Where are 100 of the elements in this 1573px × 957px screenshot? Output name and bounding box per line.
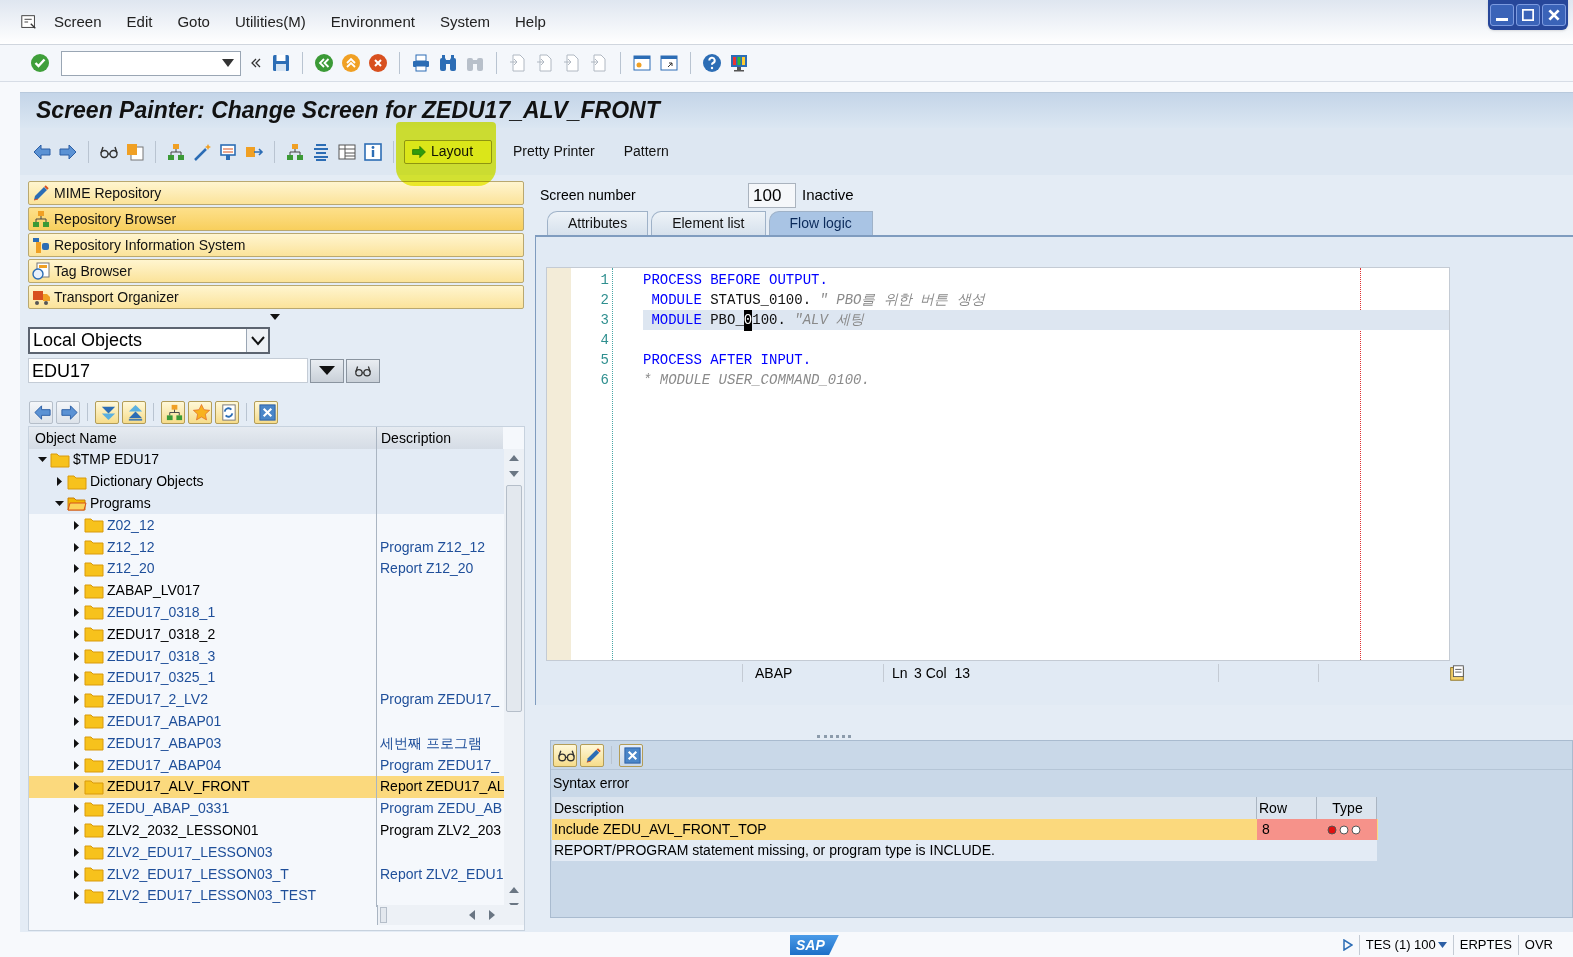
caret-right-icon[interactable] bbox=[72, 891, 81, 901]
arrow-down-icon[interactable] bbox=[509, 470, 519, 477]
caret-down-icon[interactable] bbox=[55, 499, 64, 508]
forward-button[interactable] bbox=[56, 400, 80, 424]
caret-right-icon[interactable] bbox=[72, 695, 81, 705]
tree-row[interactable]: ZLV2_EDU17_LESSON03_T Report ZLV2_EDU1 bbox=[29, 863, 504, 885]
tree-row[interactable]: ZLV2_2032_LESSON01 Program ZLV2_203 bbox=[29, 819, 504, 842]
code-editor[interactable]: 1 PROCESS BEFORE OUTPUT. 2 MODULE STATUS_0100. " PBO를 위한 버튼 생성 3 MODULE PBO_0100. "ALV 세팅 4 5 PROCESS AFTER INPUT. 6 * MODULE USER_COMMAND_0100. bbox=[546, 267, 1450, 661]
refresh-button[interactable] bbox=[215, 400, 239, 424]
menu-item[interactable]: System bbox=[439, 10, 490, 34]
close-button[interactable] bbox=[619, 743, 643, 767]
navigation-button[interactable]: Tag Browser bbox=[28, 259, 524, 283]
horizontal-scrollbar[interactable] bbox=[377, 905, 524, 925]
tree-row[interactable]: ZEDU17_ALV_FRONT Report ZEDU17_AL bbox=[29, 775, 504, 798]
caret-icon[interactable] bbox=[222, 59, 234, 67]
info-icon[interactable] bbox=[363, 141, 383, 162]
caret-down-icon[interactable] bbox=[38, 455, 47, 465]
tree-row[interactable]: ZLV2_EDU17_LESSON03_TEST bbox=[29, 884, 504, 907]
caret-right-icon[interactable] bbox=[72, 716, 81, 726]
caret-right-icon[interactable] bbox=[72, 673, 81, 683]
tab[interactable]: Flow logic bbox=[768, 211, 873, 235]
scroll-thumb[interactable] bbox=[506, 484, 522, 713]
caret-right-icon[interactable] bbox=[72, 564, 81, 574]
arrow-up-icon[interactable] bbox=[509, 887, 519, 894]
tree-row[interactable]: ZEDU17_2_LV2 Program ZEDU17_ bbox=[29, 688, 504, 711]
play-icon[interactable] bbox=[1342, 938, 1353, 951]
binoculars-icon[interactable] bbox=[438, 53, 458, 73]
navigation-button[interactable]: Repository Browser bbox=[28, 207, 524, 231]
stamp-icon[interactable] bbox=[218, 141, 238, 162]
caret-right-icon[interactable] bbox=[72, 825, 81, 835]
back-button[interactable] bbox=[29, 400, 53, 424]
edit-button[interactable] bbox=[580, 743, 604, 767]
message-row[interactable]: REPORT/PROGRAM statement missing, or program type is INCLUDE. bbox=[552, 840, 1377, 861]
tree-row[interactable]: ZEDU17_0318_2 bbox=[29, 623, 504, 646]
caret-right-icon[interactable] bbox=[72, 629, 81, 639]
tab[interactable]: Attributes bbox=[547, 211, 649, 235]
hierarchy-icon[interactable] bbox=[166, 141, 186, 162]
caret-right-icon[interactable] bbox=[72, 869, 81, 879]
message-row[interactable]: Include ZEDU_AVL_FRONT_TOP 8 bbox=[552, 819, 1378, 840]
menu-item[interactable]: Edit bbox=[126, 10, 153, 34]
caret-right-icon[interactable] bbox=[72, 607, 81, 617]
arrow-left-icon[interactable] bbox=[469, 910, 475, 920]
monitor-icon[interactable] bbox=[729, 53, 749, 73]
back-icon[interactable] bbox=[314, 53, 334, 73]
caret-right-icon[interactable] bbox=[72, 542, 81, 552]
tree-row[interactable]: Dictionary Objects bbox=[29, 470, 504, 493]
menu-item[interactable]: Help bbox=[515, 10, 546, 34]
checkmark-icon[interactable] bbox=[30, 53, 50, 73]
expand-button[interactable] bbox=[95, 400, 119, 424]
tree-row[interactable]: ZEDU17_0325_1 bbox=[29, 666, 504, 689]
tree-row[interactable]: Programs bbox=[29, 492, 504, 515]
tree-row[interactable]: ZEDU17_ABAP04 Program ZEDU17_ bbox=[29, 754, 504, 776]
caret-right-icon[interactable] bbox=[72, 586, 81, 596]
arrow-up-icon[interactable] bbox=[509, 455, 519, 461]
hierarchy-button[interactable] bbox=[161, 400, 185, 424]
tree-row[interactable]: Z02_12 bbox=[29, 514, 504, 537]
toolbar-button[interactable]: Pattern bbox=[615, 139, 677, 164]
menu-icon[interactable] bbox=[20, 13, 38, 31]
menu-item[interactable]: Screen bbox=[54, 10, 102, 34]
help-icon[interactable] bbox=[702, 53, 722, 73]
menu-item[interactable]: Environment bbox=[330, 10, 415, 34]
arrow-right-icon[interactable] bbox=[489, 910, 495, 920]
menu-item[interactable]: Goto bbox=[177, 10, 210, 34]
tree-row[interactable]: ZEDU17_0318_3 bbox=[29, 645, 504, 667]
tree-row[interactable]: Z12_12 Program Z12_12 bbox=[29, 536, 504, 558]
caret-icon[interactable] bbox=[1437, 941, 1447, 948]
caret-right-icon[interactable] bbox=[72, 804, 81, 814]
tree-row[interactable]: ZEDU17_ABAP01 bbox=[29, 710, 504, 733]
display-button[interactable] bbox=[553, 743, 577, 767]
caret-right-icon[interactable] bbox=[72, 651, 81, 661]
tree-row[interactable]: ZABAP_LV017 bbox=[29, 579, 504, 602]
caret-right-icon[interactable] bbox=[72, 782, 81, 792]
maximize-button[interactable] bbox=[1516, 4, 1540, 26]
caret-right-icon[interactable] bbox=[72, 760, 81, 770]
window-icon[interactable] bbox=[632, 53, 652, 73]
window-icon[interactable] bbox=[659, 53, 679, 73]
save-icon[interactable] bbox=[271, 53, 291, 73]
caret-right-icon[interactable] bbox=[55, 477, 64, 487]
command-field[interactable] bbox=[61, 50, 241, 76]
object-name-field[interactable]: EDU17 bbox=[28, 358, 308, 383]
toolbar-button[interactable]: Pretty Printer bbox=[505, 139, 603, 164]
tree-row[interactable]: ZEDU17_ABAP03 세번째 프로그램 bbox=[29, 732, 504, 755]
tree-row[interactable]: ZLV2_EDU17_LESSON03 bbox=[29, 841, 504, 864]
screen-number-field[interactable]: 100 bbox=[748, 182, 796, 208]
caret-right-icon[interactable] bbox=[72, 738, 81, 748]
caret-right-icon[interactable] bbox=[72, 520, 81, 530]
scroll-thumb[interactable] bbox=[380, 907, 387, 923]
display-button[interactable] bbox=[346, 358, 380, 383]
minimize-button[interactable] bbox=[1490, 4, 1514, 26]
tree-row[interactable]: Z12_20 Report Z12_20 bbox=[29, 558, 504, 580]
navigation-button[interactable]: Repository Information System bbox=[28, 233, 524, 257]
notepad-icon[interactable] bbox=[1448, 664, 1466, 682]
table-icon[interactable] bbox=[337, 141, 357, 162]
navigation-button[interactable]: Transport Organizer bbox=[28, 285, 524, 309]
close-button[interactable] bbox=[1542, 4, 1566, 26]
caret-right-icon[interactable] bbox=[72, 847, 81, 857]
tab[interactable]: Element list bbox=[651, 211, 766, 235]
clipboard-icon[interactable] bbox=[125, 141, 145, 162]
close-button[interactable] bbox=[254, 400, 278, 424]
menu-item[interactable]: Utilities(M) bbox=[234, 10, 306, 34]
